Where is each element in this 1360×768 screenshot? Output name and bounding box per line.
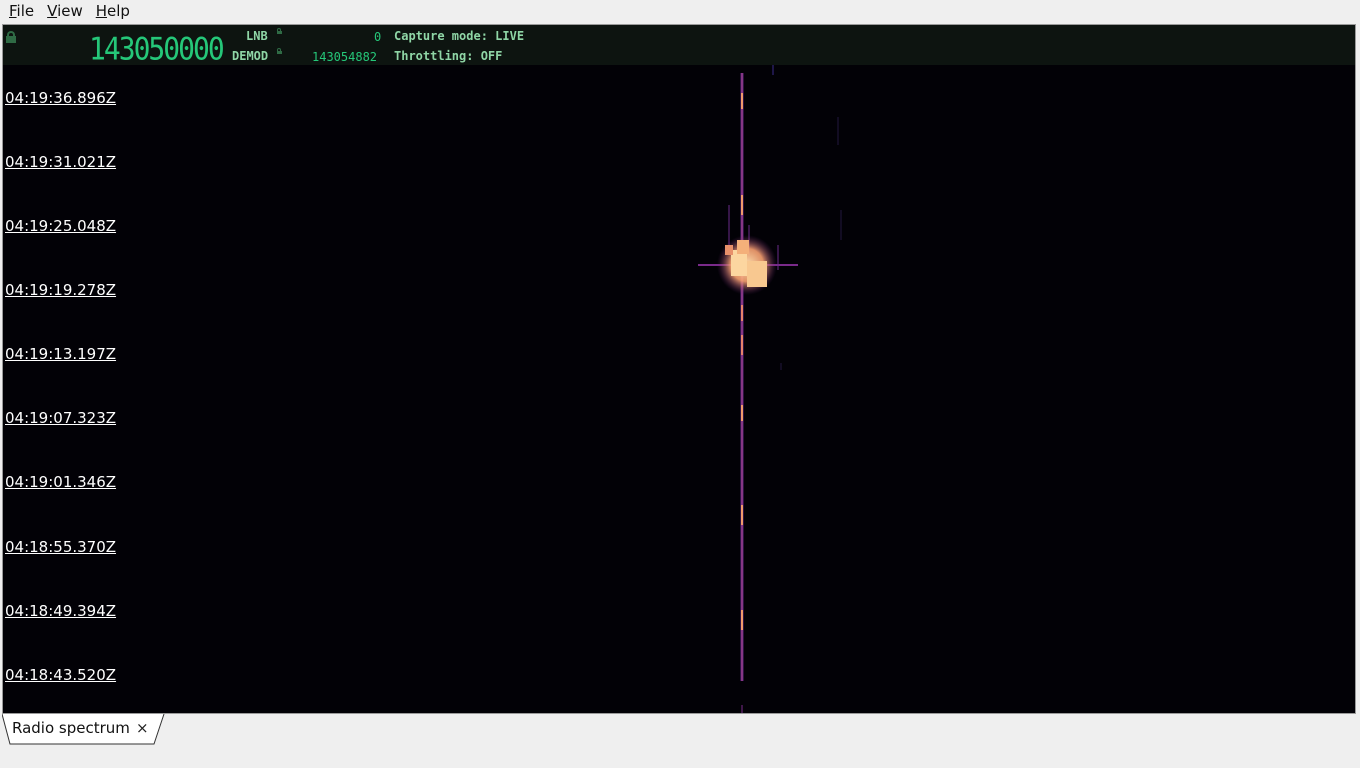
waterfall-display[interactable]: 04:19:36.896Z 04:19:31.021Z 04:19:25.048…	[3, 65, 1355, 713]
menu-help-mnemonic: H	[95, 2, 108, 20]
timestamp-label[interactable]: 04:19:13.197Z	[5, 345, 116, 363]
menu-help-label: elp	[107, 2, 130, 20]
capture-mode-status: Capture mode: LIVE	[394, 29, 525, 43]
timestamp-label[interactable]: 04:19:36.896Z	[5, 89, 116, 107]
tab-close-icon[interactable]: ×	[136, 719, 149, 737]
spectrum-frame: 143050000 LNB 0 DEMOD 143054882 Capture …	[2, 24, 1356, 714]
tab-radio-spectrum[interactable]: Radio spectrum ×	[2, 714, 165, 745]
waterfall-graphic	[698, 65, 842, 713]
menu-file-mnemonic: F	[9, 2, 17, 20]
menu-file-label: ile	[16, 2, 35, 20]
menu-view-label: iew	[57, 2, 83, 20]
lnb-label: LNB	[246, 29, 268, 43]
timestamp-label[interactable]: 04:19:19.278Z	[5, 281, 116, 299]
menu-view-mnemonic: V	[47, 2, 58, 20]
timestamp-label[interactable]: 04:18:43.520Z	[5, 666, 116, 684]
timestamp-label[interactable]: 04:18:49.394Z	[5, 602, 116, 620]
timestamp-label[interactable]: 04:19:31.021Z	[5, 153, 116, 171]
timestamp-label[interactable]: 04:19:25.048Z	[5, 217, 116, 235]
menu-file[interactable]: File	[5, 0, 38, 22]
lnb-value[interactable]: 0	[374, 30, 381, 44]
timestamp-label[interactable]: 04:18:55.370Z	[5, 538, 116, 556]
demod-value[interactable]: 143054882	[312, 50, 377, 64]
tab-label: Radio spectrum	[12, 719, 130, 737]
demod-lock-icon[interactable]	[277, 48, 282, 54]
center-frequency[interactable]: 143050000	[89, 31, 225, 67]
menu-view[interactable]: View	[43, 0, 87, 22]
lnb-lock-icon[interactable]	[277, 28, 282, 34]
frequency-header: 143050000 LNB 0 DEMOD 143054882 Capture …	[3, 25, 1355, 67]
demod-label: DEMOD	[232, 49, 269, 63]
throttling-status: Throttling: OFF	[394, 49, 503, 63]
timestamp-label[interactable]: 04:19:01.346Z	[5, 473, 116, 491]
menu-bar: File View Help	[0, 0, 1360, 22]
timestamp-label[interactable]: 04:19:07.323Z	[5, 409, 116, 427]
frequency-lock-icon[interactable]	[6, 31, 16, 43]
menu-help[interactable]: Help	[92, 0, 134, 22]
tab-bar: Radio spectrum ×	[0, 714, 1360, 768]
